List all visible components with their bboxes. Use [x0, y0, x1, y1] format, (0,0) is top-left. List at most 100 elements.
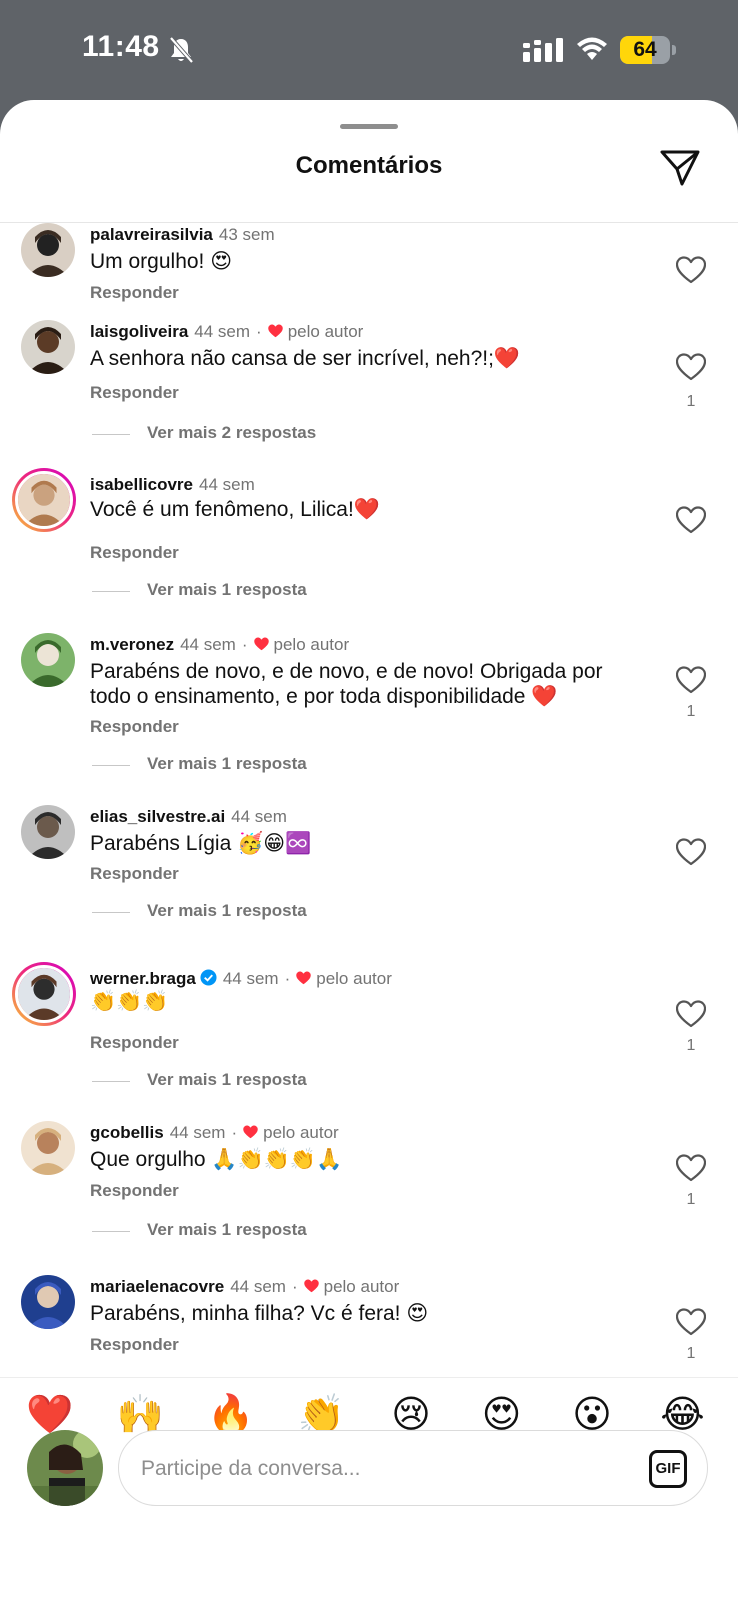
reply-button[interactable]: Responder [90, 864, 179, 884]
like-heart-icon[interactable] [676, 506, 706, 534]
wifi-icon [577, 37, 607, 60]
comment-text: Parabéns de novo, e de novo, e de novo! … [90, 660, 603, 708]
author-heart-icon [243, 1125, 258, 1139]
comment-username[interactable]: mariaelenacovre [90, 1277, 224, 1296]
view-more-replies-button[interactable]: Ver mais 1 resposta [147, 754, 307, 774]
gif-button[interactable]: GIF [649, 1450, 687, 1488]
author-heart-icon [267, 324, 283, 338]
author-heart-icon [296, 971, 311, 985]
status-time: 11:48 [82, 30, 160, 63]
comment-meta: mariaelenacovre 44 sem · pelo autor [90, 1277, 399, 1297]
like-heart-icon[interactable] [676, 666, 706, 694]
like-count: 1 [686, 1191, 696, 1208]
reply-button[interactable]: Responder [90, 383, 179, 403]
comment-time: 43 sem [218, 225, 275, 244]
view-more-replies-button[interactable]: Ver mais 1 resposta [147, 901, 307, 921]
reply-button[interactable]: Responder [90, 283, 179, 303]
like-count: 1 [686, 1345, 696, 1362]
like-heart-icon[interactable] [676, 256, 706, 284]
comment-time: 44 sem [180, 635, 236, 654]
replies-divider-line [92, 591, 130, 592]
comment-input[interactable] [139, 1449, 613, 1489]
battery-level: 64 [633, 38, 657, 61]
send-icon[interactable] [658, 148, 702, 188]
commenter-avatar[interactable] [21, 1275, 75, 1329]
comment-meta: elias_silvestre.ai 44 sem [90, 807, 287, 827]
comment-time: 44 sem [194, 322, 251, 341]
like-heart-icon[interactable] [676, 1154, 706, 1182]
replies-divider-line [92, 912, 130, 913]
sheet-grabber[interactable] [340, 124, 398, 129]
comment-meta: m.veronez 44 sem · pelo autor [90, 635, 349, 655]
commenter-avatar[interactable] [12, 962, 76, 1026]
comment-item[interactable]: elias_silvestre.ai 44 sem Parabéns Lígia 🥳… [0, 805, 738, 955]
commenter-avatar[interactable] [21, 223, 75, 277]
comment-item[interactable]: isabellicovre 44 sem Você é um fenômeno, L… [0, 468, 738, 623]
comment-username[interactable]: werner.braga [90, 969, 196, 988]
bell-muted-icon [169, 36, 194, 64]
replies-divider-line [92, 765, 130, 766]
comment-meta: isabellicovre 44 sem [90, 475, 255, 495]
reply-button[interactable]: Responder [90, 717, 179, 737]
commenter-avatar[interactable] [21, 633, 75, 687]
comment-list[interactable]: palavreirasilvia 43 sem Um orgulho! 😍 Respo… [0, 223, 738, 1475]
author-like-label: pelo autor [263, 1123, 339, 1142]
replies-divider-line [92, 1231, 130, 1232]
liked-by-author: · pelo autor [231, 1123, 339, 1142]
comment-time: 44 sem [230, 1277, 286, 1296]
comment-text: 👏👏👏 [90, 990, 169, 1013]
like-heart-icon[interactable] [676, 353, 706, 381]
comment-username[interactable]: gcobellis [90, 1123, 164, 1142]
like-heart-icon[interactable] [676, 1308, 706, 1336]
comment-item[interactable]: gcobellis 44 sem · pelo autor Que orgulho 🙏👏… [0, 1121, 738, 1271]
reply-button[interactable]: Responder [90, 1033, 179, 1053]
cellular-signal-icon [523, 38, 563, 62]
commenter-avatar[interactable] [12, 468, 76, 532]
comment-meta: laisgoliveira 44 sem · pelo autor [90, 322, 363, 342]
comment-item[interactable]: werner.braga 44 sem · pelo autor 👏👏👏 Responde… [0, 962, 738, 1117]
replies-divider-line [92, 1081, 130, 1082]
verified-badge-icon [200, 969, 217, 986]
comment-text: A senhora não cansa de ser incrível, neh… [90, 347, 521, 370]
comment-text: Um orgulho! 😍 [90, 250, 233, 273]
comment-time: 44 sem [199, 475, 255, 494]
view-more-replies-button[interactable]: Ver mais 1 resposta [147, 580, 307, 600]
comment-item[interactable]: m.veronez 44 sem · pelo autor Parabéns de no… [0, 633, 738, 783]
battery-indicator: 64 [620, 36, 676, 64]
author-heart-icon [303, 1279, 319, 1293]
author-like-label: pelo autor [316, 969, 392, 988]
reply-button[interactable]: Responder [90, 1181, 179, 1201]
like-count: 1 [686, 393, 696, 410]
comment-username[interactable]: laisgoliveira [90, 322, 188, 341]
comment-text: Você é um fenômeno, Lilica!❤️ [90, 498, 380, 521]
comment-username[interactable]: isabellicovre [90, 475, 193, 494]
comment-item[interactable]: laisgoliveira 44 sem · pelo autor A senhora … [0, 320, 738, 470]
comment-time: 44 sem [231, 807, 287, 826]
author-like-label: pelo autor [287, 322, 364, 341]
commenter-avatar[interactable] [21, 320, 75, 374]
like-heart-icon[interactable] [676, 838, 706, 866]
liked-by-author: · pelo autor [241, 635, 350, 654]
view-more-replies-button[interactable]: Ver mais 2 respostas [147, 423, 316, 443]
commenter-avatar[interactable] [21, 1121, 75, 1175]
view-more-replies-button[interactable]: Ver mais 1 resposta [147, 1070, 307, 1090]
current-user-avatar [27, 1430, 103, 1506]
reply-button[interactable]: Responder [90, 1335, 179, 1355]
comments-sheet: Comentários palavreirasilvia 43 sem Um org… [0, 100, 738, 1600]
comment-username[interactable]: m.veronez [90, 635, 174, 654]
liked-by-author: · pelo autor [256, 322, 364, 341]
like-count: 1 [686, 1037, 696, 1054]
comment-meta: werner.braga 44 sem · pelo autor [90, 969, 392, 989]
reply-button[interactable]: Responder [90, 543, 179, 563]
comment-username[interactable]: palavreirasilvia [90, 225, 213, 244]
comment-composer[interactable]: GIF [118, 1430, 708, 1506]
status-bar: 11:48 64 [0, 0, 738, 100]
commenter-avatar[interactable] [21, 805, 75, 859]
author-like-label: pelo autor [323, 1277, 400, 1296]
author-like-label: pelo autor [273, 635, 350, 654]
comment-username[interactable]: elias_silvestre.ai [90, 807, 225, 826]
view-more-replies-button[interactable]: Ver mais 1 resposta [147, 1220, 307, 1240]
author-heart-icon [253, 637, 269, 651]
comment-time: 44 sem [222, 969, 279, 988]
like-heart-icon[interactable] [676, 1000, 706, 1028]
